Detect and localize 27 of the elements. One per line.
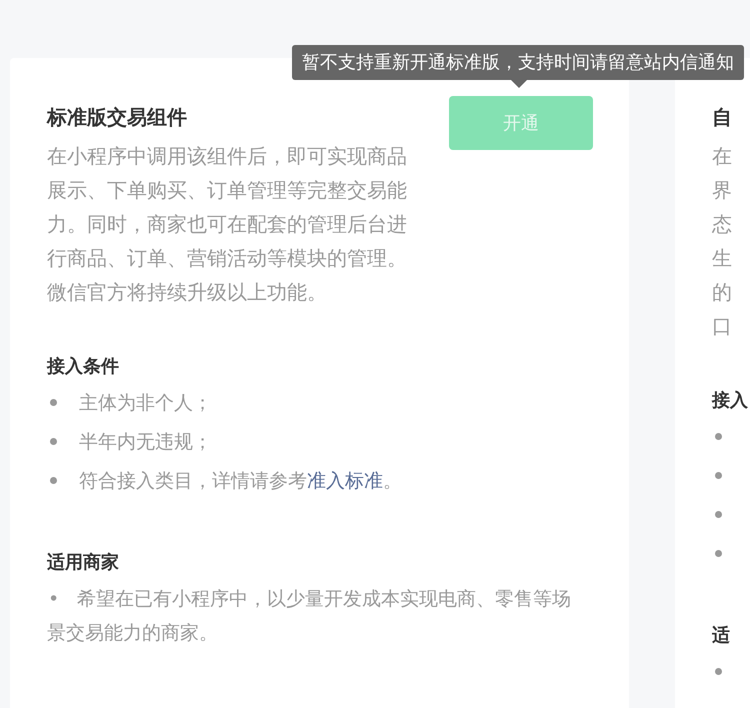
list-item: 半年内无违规； [79, 431, 212, 453]
bullet-icon [715, 472, 722, 479]
list-item: • 希望在已有小程序中，以少量开发成本实现电商、零售等场景交易能力的商家。 [47, 588, 571, 644]
list-item: 符合接入类目，详情请参考准入标准。 [79, 470, 402, 492]
section-heading: 适 [712, 624, 730, 648]
card-description: 在小程序中调用该组件后，即可实现商品展示、下单购买、订单管理等完整交易能力。同时，商家也可在配套的管理后台进行商品、订单、营销活动等模块的管理。微信官方将持续升级以上功能。 [47, 144, 408, 306]
card-title: 自 [712, 105, 732, 129]
standard-link[interactable]: 准入标准 [307, 470, 383, 492]
card-title: 标准版交易组件 [47, 105, 187, 129]
card-description: 生 [712, 246, 732, 272]
bullet-icon [715, 510, 722, 518]
section-heading: 适用商家 [47, 551, 119, 575]
card-description: 的 [712, 280, 732, 306]
tooltip: 暂不支持重新开通标准版，支持时间请留意站内信通知 [292, 45, 744, 80]
card-description: 态 [712, 212, 732, 238]
bullet-icon [50, 476, 57, 484]
bullet-icon [715, 668, 722, 675]
bullet-icon [715, 432, 722, 440]
section-heading: 接入条件 [47, 355, 119, 379]
bullet-icon [50, 398, 57, 406]
list-item: 主体为非个人； [79, 392, 212, 414]
bullet-icon [715, 550, 722, 557]
card-description: 口 [712, 314, 732, 340]
bullet-icon [50, 438, 57, 445]
section-heading: 接入 [712, 389, 748, 413]
card-description: 界 [712, 178, 732, 204]
card-description: 在 [712, 144, 732, 170]
